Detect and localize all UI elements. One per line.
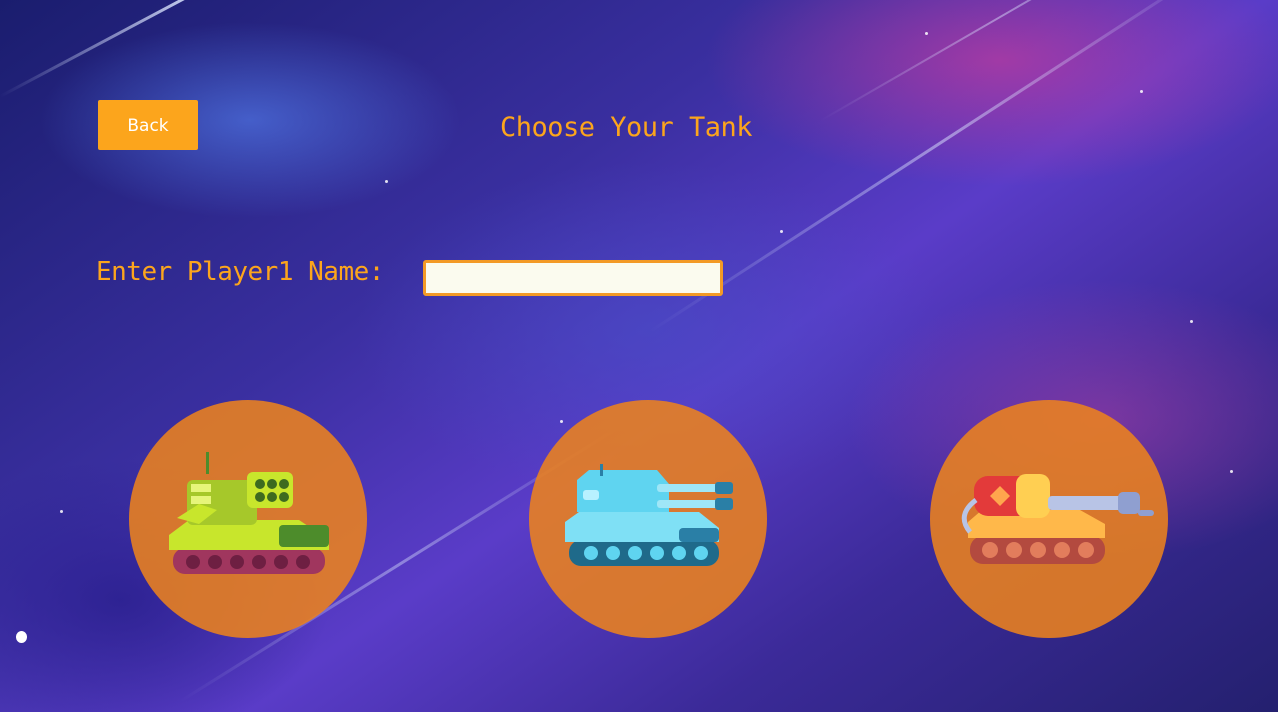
background-star <box>385 180 388 183</box>
page-title: Choose Your Tank <box>499 112 753 143</box>
background-star <box>1190 320 1193 323</box>
background-star <box>1230 470 1233 473</box>
tank-option-blue[interactable] <box>529 400 767 638</box>
background-star <box>925 32 928 35</box>
background-star <box>1140 90 1143 93</box>
tank-option-orange[interactable] <box>930 400 1168 638</box>
green-rocket-tank-icon <box>169 452 329 574</box>
player-name-input[interactable] <box>423 260 723 296</box>
player-name-label: Enter Player1 Name: <box>96 257 384 287</box>
background-light-streak <box>0 0 372 98</box>
back-button[interactable]: Back <box>98 100 198 150</box>
orange-gatling-tank-icon <box>961 474 1154 564</box>
background-star <box>16 631 27 643</box>
blue-twin-cannon-tank-icon <box>565 464 733 566</box>
background-star <box>780 230 783 233</box>
tank-option-green[interactable] <box>129 400 367 638</box>
background-star <box>60 510 63 513</box>
